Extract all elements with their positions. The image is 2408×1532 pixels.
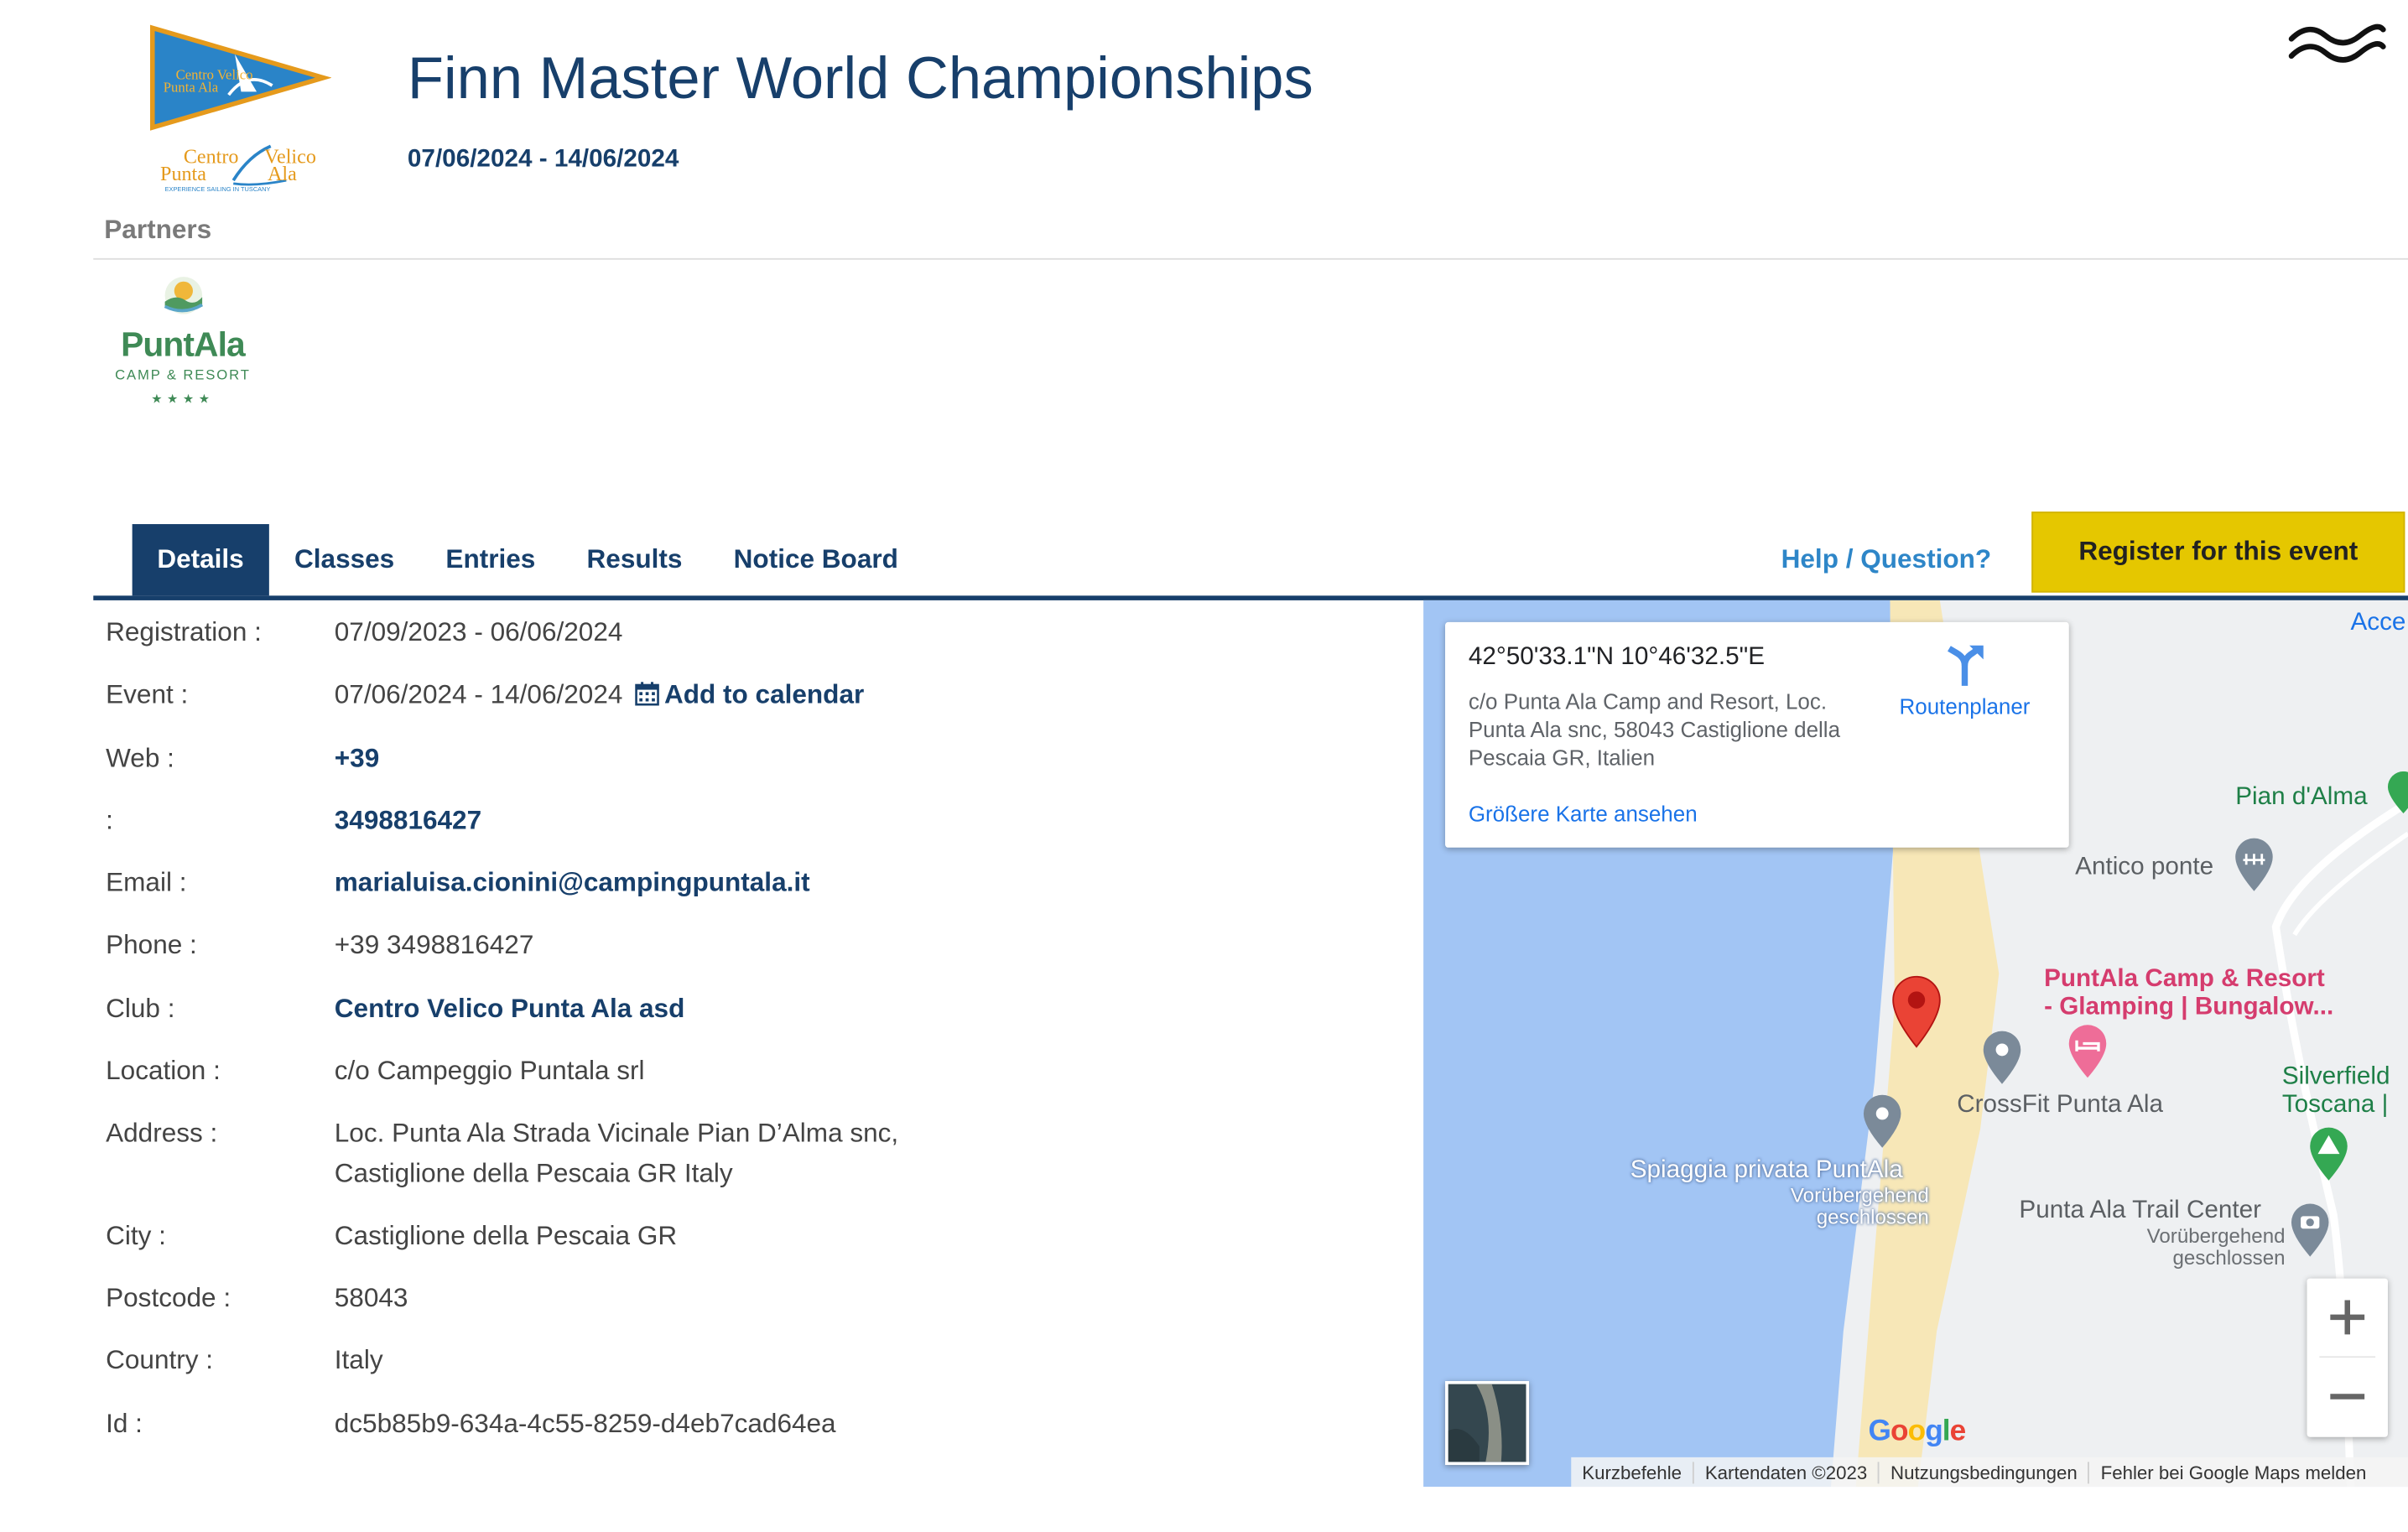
detail-value-wrap: 07/06/2024 - 14/06/2024 Add to calendar <box>335 675 1143 715</box>
detail-value: 58043 <box>334 1283 408 1313</box>
google-map[interactable]: Acce 42°50'33.1"N 10°46'32.5"E c/o Punta… <box>1423 600 2408 1488</box>
web-link[interactable]: +39 <box>335 739 1143 779</box>
svg-text:EXPERIENCE SAILING IN TUSCANY: EXPERIENCE SAILING IN TUSCANY <box>165 185 271 193</box>
route-planner-button[interactable]: Routenplaner <box>1893 644 2036 719</box>
satellite-thumbnail-icon <box>1448 1384 1526 1462</box>
map-info-card: 42°50'33.1"N 10°46'32.5"E c/o Punta Ala … <box>1445 621 2069 848</box>
bigger-map-link[interactable]: Größere Karte ansehen <box>1469 801 1698 826</box>
map-label-crossfit[interactable]: CrossFit Punta Ala <box>1957 1092 2163 1119</box>
zoom-in-button[interactable] <box>2307 1279 2388 1357</box>
detail-label: City : <box>106 1220 166 1251</box>
event-tabs: Details Classes Entries Results Notice B… <box>132 524 924 596</box>
park-icon[interactable] <box>2387 771 2408 815</box>
add-to-calendar-link[interactable]: Add to calendar <box>664 680 864 709</box>
tab-classes[interactable]: Classes <box>268 524 419 595</box>
svg-text:Ala: Ala <box>268 164 297 185</box>
detail-value: dc5b85b9-634a-4c55-8259-d4eb7cad64ea <box>334 1409 836 1439</box>
detail-value: Castiglione della Pescaia GR Italy <box>334 1158 733 1188</box>
detail-label: Registration : <box>106 617 262 647</box>
beach-pin-icon[interactable] <box>1862 1093 1902 1150</box>
hotel-pin-icon[interactable] <box>2067 1023 2108 1079</box>
detail-label: Postcode : <box>106 1283 231 1313</box>
terms-link[interactable]: Nutzungsbedingungen <box>1878 1461 2088 1483</box>
map-label-silverfield-sub[interactable]: Toscana | <box>2282 1092 2388 1119</box>
partner-logo-name: PuntAla <box>121 325 246 364</box>
page: Centro Velico Punta Ala Centro Velico Pu… <box>0 0 2408 1532</box>
directions-icon <box>1948 645 1984 686</box>
calendar-icon[interactable] <box>635 681 660 706</box>
location-pin-icon[interactable] <box>1890 974 1943 1048</box>
detail-label: Country : <box>106 1345 214 1375</box>
map-label-beach-status: Vorübergehend <box>1790 1183 1929 1207</box>
detail-value: 07/09/2023 - 06/06/2024 <box>334 617 623 647</box>
map-label-trail-center[interactable]: Punta Ala Trail Center <box>2019 1197 2261 1225</box>
map-coordinates: 42°50'33.1"N 10°46'32.5"E <box>1468 643 1765 671</box>
map-label-trail-status-2: geschlossen <box>2172 1245 2286 1270</box>
wave-icon[interactable] <box>2286 22 2386 71</box>
partner-logo-puntala[interactable]: PuntAla CAMP & RESORT ★★★★ <box>109 273 257 416</box>
map-label-antico-ponte[interactable]: Antico ponte <box>2075 854 2213 881</box>
tab-results[interactable]: Results <box>561 524 708 595</box>
map-accessibility-link[interactable]: Acce <box>2350 610 2405 637</box>
map-zoom-controls <box>2307 1278 2388 1437</box>
camera-pin-icon[interactable] <box>2290 1202 2330 1259</box>
tab-details[interactable]: Details <box>132 524 269 596</box>
detail-label: Club : <box>106 994 175 1024</box>
detail-value: +39 3498816427 <box>334 930 534 960</box>
club-link[interactable]: Centro Velico Punta Ala asd <box>335 989 1143 1030</box>
sun-landscape-icon <box>163 277 203 314</box>
partner-logo-stars: ★★★★ <box>151 392 215 407</box>
route-planner-label: Routenplaner <box>1899 693 2031 719</box>
detail-label: Phone : <box>106 930 197 960</box>
plus-icon <box>2330 1300 2365 1335</box>
minus-icon <box>2330 1394 2365 1400</box>
phone-number-link[interactable]: 3498816427 <box>335 801 1143 841</box>
map-label-silverfield[interactable]: Silverfield <box>2282 1064 2390 1092</box>
satellite-toggle[interactable] <box>1445 1380 1530 1466</box>
partners-label: Partners <box>104 214 212 245</box>
svg-text:Punta: Punta <box>160 164 206 185</box>
svg-text:Punta Ala: Punta Ala <box>164 79 219 95</box>
partner-logo-sub: CAMP & RESORT <box>115 366 251 383</box>
detail-value: c/o Campeggio Puntala srl <box>334 1056 645 1086</box>
tab-entries[interactable]: Entries <box>420 524 561 595</box>
partners-divider <box>93 257 2408 260</box>
detail-value: Italy <box>334 1345 383 1375</box>
map-label-puntala-camp[interactable]: PuntAla Camp & Resort <box>2044 966 2325 994</box>
event-title: Finn Master World Championships <box>407 46 1313 112</box>
detail-label: Location : <box>106 1056 221 1086</box>
map-label-trail-status: Vorübergehend <box>2146 1223 2286 1248</box>
event-date-range: 07/06/2024 - 14/06/2024 <box>334 679 623 709</box>
help-link[interactable]: Help / Question? <box>1781 544 1992 575</box>
register-button[interactable]: Register for this event <box>2031 512 2405 593</box>
detail-label: Email : <box>106 867 187 898</box>
detail-label: Address : <box>106 1118 218 1148</box>
map-label-beach[interactable]: Spiaggia privata PuntAla <box>1630 1157 1903 1185</box>
detail-value: Castiglione della Pescaia GR <box>334 1220 678 1251</box>
detail-label: Web : <box>106 743 174 773</box>
campground-pin-icon[interactable] <box>2308 1126 2348 1182</box>
google-logo: Google <box>1868 1415 1966 1448</box>
detail-label: Event : <box>106 679 189 709</box>
map-label-beach-status-2: geschlossen <box>1816 1205 1929 1229</box>
zoom-out-button[interactable] <box>2307 1358 2388 1436</box>
bridge-icon[interactable] <box>2234 837 2274 893</box>
gym-pin-icon[interactable] <box>1982 1030 2022 1086</box>
map-label-puntala-camp-sub[interactable]: - Glamping | Bungalow... <box>2044 994 2333 1021</box>
club-text-logo[interactable]: Centro Velico Punta Ala EXPERIENCE SAILI… <box>155 140 334 196</box>
report-error-link[interactable]: Fehler bei Google Maps melden <box>2088 1461 2378 1483</box>
map-data-attribution: Kartendaten ©2023 <box>1693 1461 1878 1483</box>
map-footer: Kurzbefehle Kartendaten ©2023 Nutzungsbe… <box>1571 1457 2408 1488</box>
club-flag-logo[interactable]: Centro Velico Punta Ala <box>148 23 332 132</box>
map-label-pian-dalma[interactable]: Pian d'Alma <box>2235 784 2367 812</box>
tab-notice-board[interactable]: Notice Board <box>708 524 923 595</box>
detail-value: Loc. Punta Ala Strada Vicinale Pian D’Al… <box>334 1118 899 1148</box>
email-link[interactable]: marialuisa.cionini@campingpuntala.it <box>335 863 1143 903</box>
event-dates: 07/06/2024 - 14/06/2024 <box>407 146 679 173</box>
detail-label: Id : <box>106 1409 143 1439</box>
detail-label: : <box>106 805 113 835</box>
keyboard-shortcuts-link[interactable]: Kurzbefehle <box>1571 1461 1693 1483</box>
map-address: c/o Punta Ala Camp and Resort, Loc. Punt… <box>1468 688 1841 771</box>
